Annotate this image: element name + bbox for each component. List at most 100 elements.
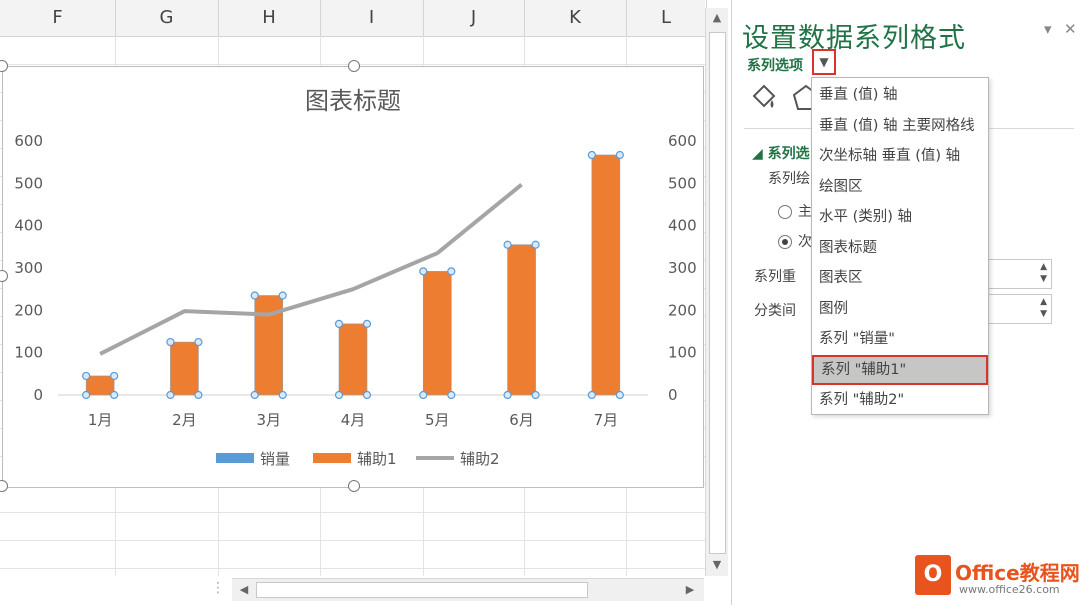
secondary-y-tick-label: 0 (668, 386, 678, 404)
secondary-y-tick-label: 600 (668, 132, 697, 150)
bar[interactable] (170, 341, 199, 396)
scroll-down-icon[interactable]: ▼ (707, 555, 727, 575)
y-tick-label: 300 (14, 259, 43, 277)
bar[interactable] (422, 271, 452, 396)
y-tick-label: 100 (14, 344, 43, 362)
pane-title: 设置数据系列格式 (742, 23, 966, 54)
sheet-splitter-icon[interactable]: ⋮ (210, 580, 226, 598)
spin-down-icon[interactable]: ▼ (1040, 274, 1047, 284)
column-header-h[interactable]: H (218, 0, 321, 36)
bar[interactable] (338, 323, 368, 396)
close-icon[interactable]: ✕ (1064, 20, 1077, 38)
bar-selection-handle (531, 390, 540, 400)
bar[interactable] (591, 154, 621, 396)
watermark: O Office教程网 www.office26.com (915, 553, 1080, 601)
horizontal-scroll-thumb[interactable] (256, 582, 588, 598)
dropdown-item[interactable]: 次坐标轴 垂直 (值) 轴 (812, 141, 988, 171)
chevron-down-icon[interactable]: ▼ (812, 49, 836, 75)
pane-options-icon[interactable]: ▾ (1044, 20, 1052, 38)
dropdown-item[interactable]: 图表区 (812, 263, 988, 293)
y-tick-label: 600 (14, 132, 43, 150)
column-header-i[interactable]: I (320, 0, 424, 36)
dropdown-item[interactable]: 垂直 (值) 轴 (812, 80, 988, 110)
secondary-y-tick-label: 100 (668, 344, 697, 362)
series-line[interactable] (99, 183, 523, 356)
bar-selection-handle (278, 390, 287, 400)
bar-selection-handle (334, 319, 344, 328)
y-tick-label: 0 (33, 386, 43, 404)
scroll-up-icon[interactable]: ▲ (707, 8, 727, 28)
gap-width-label: 分类间 (754, 303, 796, 319)
column-header-j[interactable]: J (423, 0, 525, 36)
dropdown-item[interactable]: 系列 "辅助1" (812, 354, 988, 385)
series-options-label[interactable]: 系列选项 (747, 55, 803, 75)
bar-selection-handle (587, 390, 596, 400)
primary-axis-radio[interactable] (778, 205, 792, 219)
bar-selection-handle (362, 390, 372, 400)
horizontal-scrollbar[interactable]: ◀ ▶ (232, 578, 704, 601)
secondary-axis-radio[interactable] (778, 235, 792, 249)
y-tick-label: 400 (14, 217, 43, 235)
column-header-f[interactable]: F (0, 0, 116, 36)
bar-selection-handle (250, 390, 259, 400)
spin-up-icon[interactable]: ▲ (1040, 297, 1047, 307)
dropdown-item[interactable]: 系列 "辅助2" (812, 385, 988, 415)
bar-selection-handle (531, 240, 540, 249)
y-tick-label: 200 (14, 301, 43, 319)
series-overlap-spinner[interactable]: ▲ ▼ (988, 259, 1052, 289)
bar-selection-handle (166, 337, 175, 347)
vertical-scroll-thumb[interactable] (709, 32, 726, 554)
bar-selection-handle (194, 390, 203, 400)
secondary-y-tick-label: 500 (668, 174, 697, 192)
legend-entry: 辅助2 (460, 450, 500, 468)
bar-selection-handle (615, 390, 624, 400)
bar-selection-handle (447, 390, 456, 400)
fill-line-icon[interactable] (748, 82, 782, 116)
dropdown-item[interactable]: 垂直 (值) 轴 主要网格线 (812, 111, 988, 141)
watermark-url: www.office26.com (959, 583, 1060, 596)
bar-selection-handle (419, 267, 428, 276)
chart-elements-dropdown: 垂直 (值) 轴垂直 (值) 轴 主要网格线 次坐标轴 垂直 (值) 轴绘图区 水平… (811, 77, 989, 415)
column-header-k[interactable]: K (524, 0, 627, 36)
bar-selection-handle (82, 371, 91, 381)
x-tick-label: 2月 (172, 411, 197, 429)
spin-up-icon[interactable]: ▲ (1040, 262, 1047, 272)
column-header-bar: FGHIJKL (0, 0, 707, 37)
column-header-g[interactable]: G (115, 0, 219, 36)
x-tick-label: 7月 (594, 411, 619, 429)
bar-selection-handle (503, 240, 512, 249)
bar-selection-handle (82, 390, 91, 400)
legend-swatch (313, 453, 351, 463)
x-tick-label: 3月 (256, 411, 281, 429)
spin-down-icon[interactable]: ▼ (1040, 309, 1047, 319)
combo-chart[interactable]: 图表标题 0 100 200 300 400 500 600 0 100 200 300 400 500 6… (3, 67, 703, 487)
chart-title: 图表标题 (305, 87, 401, 115)
worksheet: FGHIJKL ▲ ▼ ⋮ ◀ ▶ 图表标题 0 100 200 300 400 500 60… (0, 0, 730, 605)
column-header-l[interactable]: L (626, 0, 707, 36)
dropdown-item[interactable]: 绘图区 (812, 172, 988, 202)
chart-resize-handle[interactable] (348, 60, 360, 72)
scroll-left-icon[interactable]: ◀ (234, 580, 254, 600)
x-tick-label: 6月 (509, 411, 534, 429)
scroll-right-icon[interactable]: ▶ (680, 580, 700, 600)
bar-selection-handle (419, 390, 428, 400)
chart-area[interactable]: 图表标题 0 100 200 300 400 500 600 0 100 200 300 400 500 6… (2, 66, 704, 488)
section-title-text: 系列选 (767, 146, 810, 162)
x-tick-label: 5月 (425, 411, 450, 429)
dropdown-item[interactable]: 图表标题 (812, 233, 988, 263)
legend-swatch (216, 453, 254, 463)
bar[interactable] (85, 375, 115, 396)
chart-resize-handle[interactable] (0, 480, 8, 492)
office-logo-icon: O (915, 555, 951, 595)
dropdown-item[interactable]: 系列 "销量" (812, 324, 988, 354)
bar[interactable] (507, 244, 536, 396)
secondary-axis-label: 次 (798, 234, 812, 250)
chart-resize-handle[interactable] (348, 480, 360, 492)
vertical-scrollbar[interactable]: ▲ ▼ (705, 8, 728, 576)
dropdown-item[interactable]: 图例 (812, 294, 988, 324)
section-series-options[interactable]: ◢ 系列选 (752, 143, 810, 163)
dropdown-item[interactable]: 水平 (类别) 轴 (812, 202, 988, 232)
bar-selection-handle (278, 291, 287, 300)
gap-width-spinner[interactable]: ▲ ▼ (988, 294, 1052, 324)
bar-selection-handle (194, 337, 203, 347)
